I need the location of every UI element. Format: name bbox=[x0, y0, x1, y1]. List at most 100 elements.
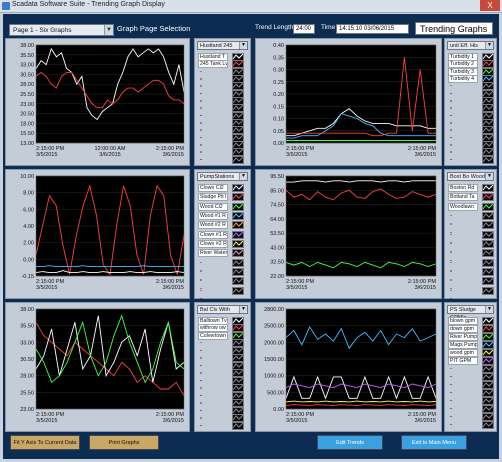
fit-y-axis-button[interactable]: Fit Y Axis To Current Data bbox=[10, 435, 80, 450]
series-swatch[interactable] bbox=[482, 230, 494, 239]
series-swatch[interactable] bbox=[232, 212, 244, 220]
x-tick-label: 3/6/2015 bbox=[415, 285, 436, 291]
series-swatch[interactable] bbox=[482, 184, 494, 192]
series-swatch[interactable] bbox=[232, 286, 244, 295]
chevron-down-icon[interactable]: ▼ bbox=[485, 42, 493, 49]
trend-chart-5[interactable]: 38.00 35.50 33.00 30.50 28.00 25.50 23.00 2:15:… bbox=[5, 302, 190, 432]
chevron-down-icon[interactable]: ▼ bbox=[239, 306, 247, 313]
y-tick-label: 25.50 bbox=[20, 92, 34, 98]
chart-svg: 2800.00 2500.00 2000.00 1500.00 1000.00 500.0… bbox=[264, 307, 437, 424]
trend-chart-3[interactable]: 10.00 8.00 6.00 4.00 2.00 0.00 -0.15 2:15:00 PM… bbox=[5, 169, 190, 299]
series-swatch[interactable] bbox=[482, 373, 494, 381]
legend-label: Mags Pump bbox=[448, 341, 478, 349]
series-swatch[interactable] bbox=[482, 389, 494, 397]
legend-label: -- bbox=[200, 287, 202, 302]
legend-select[interactable]: PumpStations ▼ bbox=[197, 172, 248, 181]
y-tick-label: 33.00 bbox=[20, 63, 34, 69]
trend-chart-4[interactable]: 95.50 85.00 74.50 64.00 53.50 43.00 32.50 22.00… bbox=[255, 169, 442, 299]
series-swatch[interactable] bbox=[232, 193, 244, 202]
series-swatch[interactable] bbox=[482, 317, 494, 325]
series-swatch[interactable] bbox=[482, 413, 494, 421]
x-tick-label: 3/5/2015 bbox=[36, 418, 57, 424]
time-input[interactable]: 14:15:10 03/06/2015 bbox=[336, 24, 409, 34]
series-swatch[interactable] bbox=[482, 349, 494, 357]
legend-label: PIT GPM bbox=[448, 357, 478, 365]
series-swatch[interactable] bbox=[482, 333, 494, 341]
series-swatch[interactable] bbox=[482, 286, 494, 295]
series-swatch[interactable] bbox=[482, 221, 494, 230]
chevron-down-icon[interactable]: ▼ bbox=[239, 173, 247, 180]
y-tick-label: 38.00 bbox=[20, 43, 34, 49]
series-swatch[interactable] bbox=[482, 381, 494, 389]
chart-svg: 38.00 35.50 33.00 30.50 28.00 25.50 23.00 20.50… bbox=[20, 43, 185, 158]
trend-chart-6[interactable]: 2800.00 2500.00 2000.00 1500.00 1000.00 500.0… bbox=[255, 302, 442, 432]
legend-select-value: Bost Bo Wood bbox=[450, 174, 486, 180]
series-swatch[interactable] bbox=[232, 249, 244, 258]
legend-label: River Water bbox=[198, 249, 228, 258]
series-swatch[interactable] bbox=[232, 230, 244, 239]
legend-label: 245 Tank Lv bbox=[198, 60, 228, 69]
legend-select[interactable]: PS Sludge GPM's▼ bbox=[447, 305, 494, 321]
legend-select[interactable]: Bal Clv With ▼ bbox=[197, 305, 248, 314]
series-swatch[interactable] bbox=[232, 155, 244, 164]
series-swatch[interactable] bbox=[232, 268, 244, 276]
legend-label: blown gpm bbox=[448, 317, 478, 325]
close-button[interactable]: X bbox=[480, 0, 500, 11]
series-swatch[interactable] bbox=[232, 240, 244, 248]
series-swatch[interactable] bbox=[482, 357, 494, 365]
y-tick-label: 25.50 bbox=[20, 390, 34, 396]
series-swatch[interactable] bbox=[482, 155, 494, 164]
exit-main-menu-button[interactable]: Exit to Main Menu bbox=[401, 435, 467, 450]
y-tick-label: 2.00 bbox=[23, 241, 34, 247]
page-select-dropdown[interactable]: Page 1 - Six Graphs ▼ bbox=[9, 24, 114, 36]
chevron-down-icon[interactable]: ▼ bbox=[239, 42, 247, 49]
y-tick-label: 64.00 bbox=[270, 217, 284, 223]
y-tick-label: 0.05 bbox=[273, 129, 284, 135]
series-swatch[interactable] bbox=[232, 421, 244, 430]
series-swatch[interactable] bbox=[232, 277, 244, 286]
series-swatch[interactable] bbox=[232, 184, 244, 192]
legend-select[interactable]: Hustland 245 ▼ bbox=[197, 41, 248, 50]
window-title: Scadata Software Suite - Trending Graph … bbox=[12, 1, 165, 8]
y-tick-label: 20.50 bbox=[20, 112, 34, 118]
x-tick-label: 3/5/2015 bbox=[286, 285, 307, 291]
series-swatch[interactable] bbox=[482, 397, 494, 405]
chevron-down-icon[interactable]: ▼ bbox=[104, 25, 113, 35]
x-tick-label: 3/6/2015 bbox=[415, 418, 436, 424]
series-swatch[interactable] bbox=[482, 249, 494, 258]
series-swatch[interactable] bbox=[482, 405, 494, 413]
series-swatch[interactable] bbox=[232, 202, 244, 211]
series-swatch[interactable] bbox=[482, 277, 494, 286]
y-tick-label: 43.00 bbox=[270, 245, 284, 251]
legend-panel-3: PumpStations ▼ Clown Cl2 Sludge Pit l Wood C… bbox=[194, 169, 251, 302]
legend-panel-2: unit Eff. His ▼ Turbidity 1 Turbidity 2 Turb… bbox=[444, 38, 497, 171]
series-swatch[interactable] bbox=[482, 421, 494, 429]
trend-chart-2[interactable]: 0.40 0.35 0.30 0.25 0.20 0.15 0.10 0.05 0.00 2:15… bbox=[255, 38, 442, 166]
trend-length-label: Trend Length bbox=[255, 24, 294, 31]
chevron-down-icon[interactable]: ▼ bbox=[485, 306, 493, 313]
y-tick-label: 0.10 bbox=[273, 117, 284, 123]
legend-select[interactable]: unit Eff. His ▼ bbox=[447, 41, 494, 50]
x-tick-label: 3/6/2015 bbox=[163, 285, 184, 291]
series-swatch[interactable] bbox=[482, 325, 494, 333]
trend-chart-1[interactable]: 38.00 35.50 33.00 30.50 28.00 25.50 23.00 20.50… bbox=[5, 38, 190, 166]
series-swatch[interactable] bbox=[482, 193, 494, 202]
legend-label: Woodlawn bbox=[448, 202, 478, 211]
series-swatch[interactable] bbox=[482, 268, 494, 276]
series-swatch[interactable] bbox=[232, 221, 244, 230]
series-swatch[interactable] bbox=[482, 258, 494, 267]
trend-length-input[interactable]: 24:00 bbox=[293, 24, 315, 34]
x-tick-label: 3/6/2015 bbox=[163, 152, 184, 158]
legend-select-value: Hustland 245 bbox=[200, 43, 233, 49]
series-swatch[interactable] bbox=[482, 202, 494, 211]
series-swatch[interactable] bbox=[232, 258, 244, 267]
chevron-down-icon[interactable]: ▼ bbox=[485, 173, 493, 180]
print-graphs-button[interactable]: Print Graphs bbox=[89, 435, 159, 450]
series-swatch[interactable] bbox=[482, 240, 494, 248]
legend-select[interactable]: Bost Bo Wood ▼ bbox=[447, 172, 494, 181]
y-tick-label: 95.50 bbox=[270, 174, 284, 180]
series-swatch[interactable] bbox=[482, 341, 494, 349]
series-swatch[interactable] bbox=[482, 365, 494, 373]
edit-trends-button[interactable]: Edit Trends bbox=[317, 435, 383, 450]
series-swatch[interactable] bbox=[482, 212, 494, 220]
